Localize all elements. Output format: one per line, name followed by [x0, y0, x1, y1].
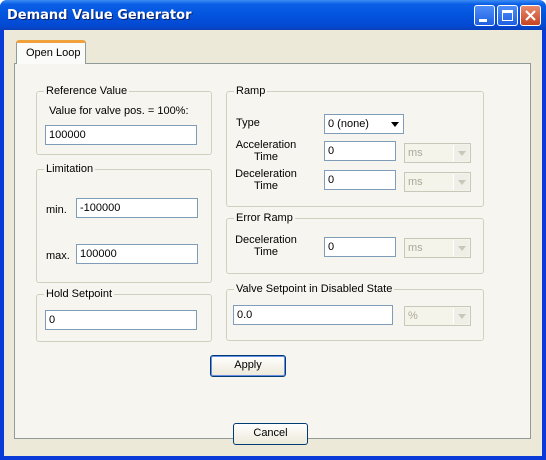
- minimize-button[interactable]: [474, 5, 495, 26]
- tab-label: Open Loop: [26, 47, 81, 59]
- ramp-type-label: Type: [236, 117, 260, 129]
- reference-value-caption: Value for valve pos. = 100%:: [49, 105, 189, 117]
- acceleration-label-line1: Acceleration: [235, 139, 297, 151]
- limitation-min-label: min.: [46, 204, 67, 216]
- acceleration-unit-select[interactable]: ms: [404, 143, 471, 163]
- reference-value-group-label: Reference Value: [44, 85, 130, 97]
- error-deceleration-time-label: Deceleration Time: [231, 234, 301, 258]
- chevron-down-icon[interactable]: [386, 116, 402, 132]
- chevron-down-icon[interactable]: [453, 174, 469, 190]
- reference-value-input[interactable]: [45, 125, 197, 145]
- error-deceleration-unit-value: ms: [408, 242, 423, 254]
- window-title: Demand Value Generator: [7, 8, 192, 23]
- maximize-button[interactable]: [497, 5, 518, 26]
- chevron-down-icon[interactable]: [453, 308, 469, 324]
- close-button[interactable]: [520, 5, 541, 26]
- chevron-down-icon[interactable]: [453, 145, 469, 161]
- tab-panel-open-loop: Reference Value Value for valve pos. = 1…: [14, 63, 531, 439]
- tab-open-loop[interactable]: Open Loop: [16, 40, 86, 64]
- acceleration-time-label: Acceleration Time: [231, 139, 301, 163]
- error-ramp-group-label: Error Ramp: [234, 212, 295, 224]
- limitation-max-label: max.: [46, 250, 70, 262]
- cancel-button[interactable]: Cancel: [233, 423, 308, 445]
- deceleration-label-line2: Time: [253, 180, 279, 192]
- deceleration-unit-value: ms: [408, 176, 423, 188]
- hold-setpoint-group-label: Hold Setpoint: [44, 288, 115, 300]
- ramp-group-label: Ramp: [234, 85, 268, 97]
- acceleration-label-line2: Time: [253, 151, 279, 163]
- apply-button[interactable]: Apply: [210, 355, 286, 377]
- disabled-state-group-label: Valve Setpoint in Disabled State: [234, 283, 395, 295]
- hold-setpoint-input[interactable]: [45, 310, 197, 330]
- limitation-group: Limitation min. max.: [36, 163, 212, 283]
- deceleration-time-input[interactable]: [324, 170, 396, 190]
- limitation-group-label: Limitation: [44, 163, 96, 175]
- dialog-window: Demand Value Generator Open Loop Referen…: [0, 0, 546, 460]
- disabled-state-setpoint-input[interactable]: [233, 305, 393, 325]
- close-icon: [525, 10, 536, 21]
- dialog-client-area: Open Loop Reference Value Value for valv…: [4, 30, 542, 456]
- error-ramp-group: Error Ramp Deceleration Time ms: [226, 212, 484, 274]
- reference-value-group: Reference Value Value for valve pos. = 1…: [36, 85, 212, 155]
- maximize-icon: [502, 10, 513, 21]
- limitation-min-input[interactable]: [76, 198, 198, 218]
- chevron-down-icon[interactable]: [453, 240, 469, 256]
- disabled-state-group: Valve Setpoint in Disabled State %: [226, 283, 484, 341]
- error-deceleration-label-line2: Time: [253, 246, 279, 258]
- ramp-group: Ramp Type 0 (none) Acceleration Time ms …: [226, 85, 484, 207]
- deceleration-label-line1: Deceleration: [235, 168, 297, 180]
- acceleration-unit-value: ms: [408, 147, 423, 159]
- ramp-type-value: 0 (none): [328, 118, 369, 130]
- error-deceleration-label-line1: Deceleration: [235, 234, 297, 246]
- limitation-max-input[interactable]: [76, 244, 198, 264]
- error-deceleration-unit-select[interactable]: ms: [404, 238, 471, 258]
- error-deceleration-time-input[interactable]: [324, 237, 396, 257]
- title-bar[interactable]: Demand Value Generator: [0, 0, 546, 30]
- deceleration-unit-select[interactable]: ms: [404, 172, 471, 192]
- acceleration-time-input[interactable]: [324, 141, 396, 161]
- disabled-state-unit-select[interactable]: %: [404, 306, 471, 326]
- deceleration-time-label: Deceleration Time: [231, 168, 301, 192]
- disabled-state-unit-value: %: [408, 310, 418, 322]
- ramp-type-select[interactable]: 0 (none): [324, 114, 404, 134]
- hold-setpoint-group: Hold Setpoint: [36, 288, 212, 342]
- minimize-icon: [479, 19, 487, 22]
